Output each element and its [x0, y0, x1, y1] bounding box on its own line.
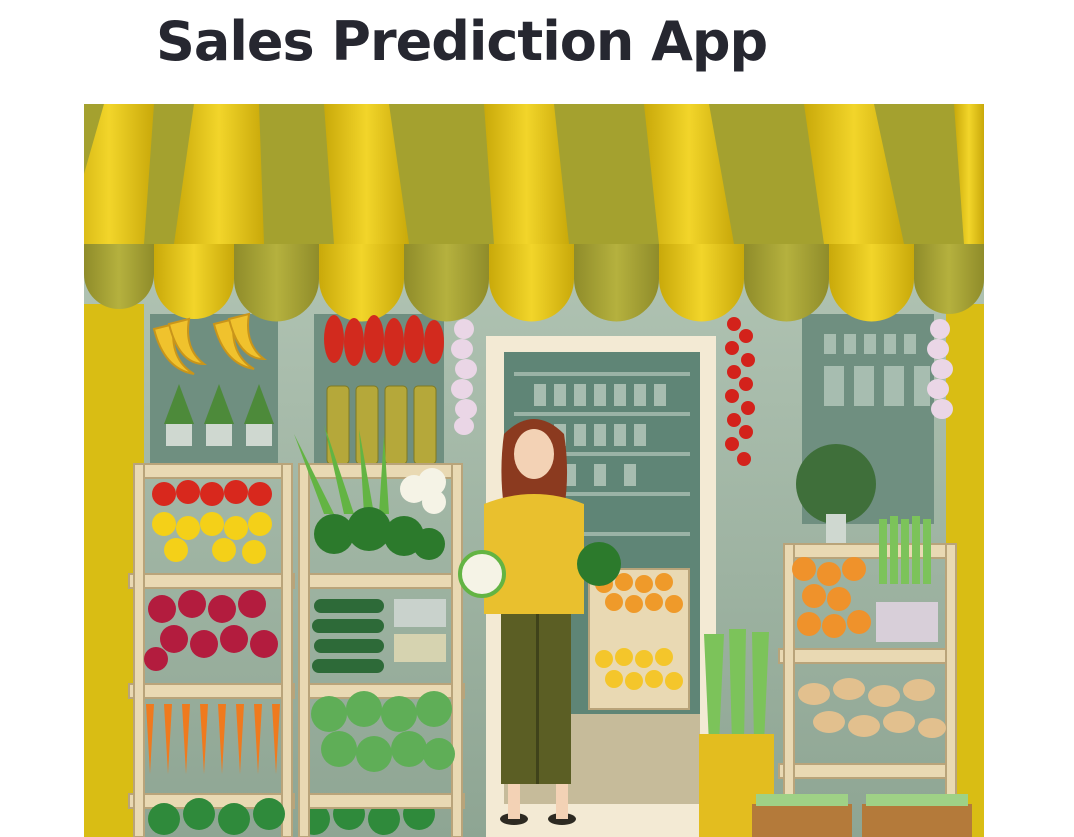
page-title: Sales Prediction App [156, 10, 768, 73]
storefront-illustration [84, 104, 984, 837]
